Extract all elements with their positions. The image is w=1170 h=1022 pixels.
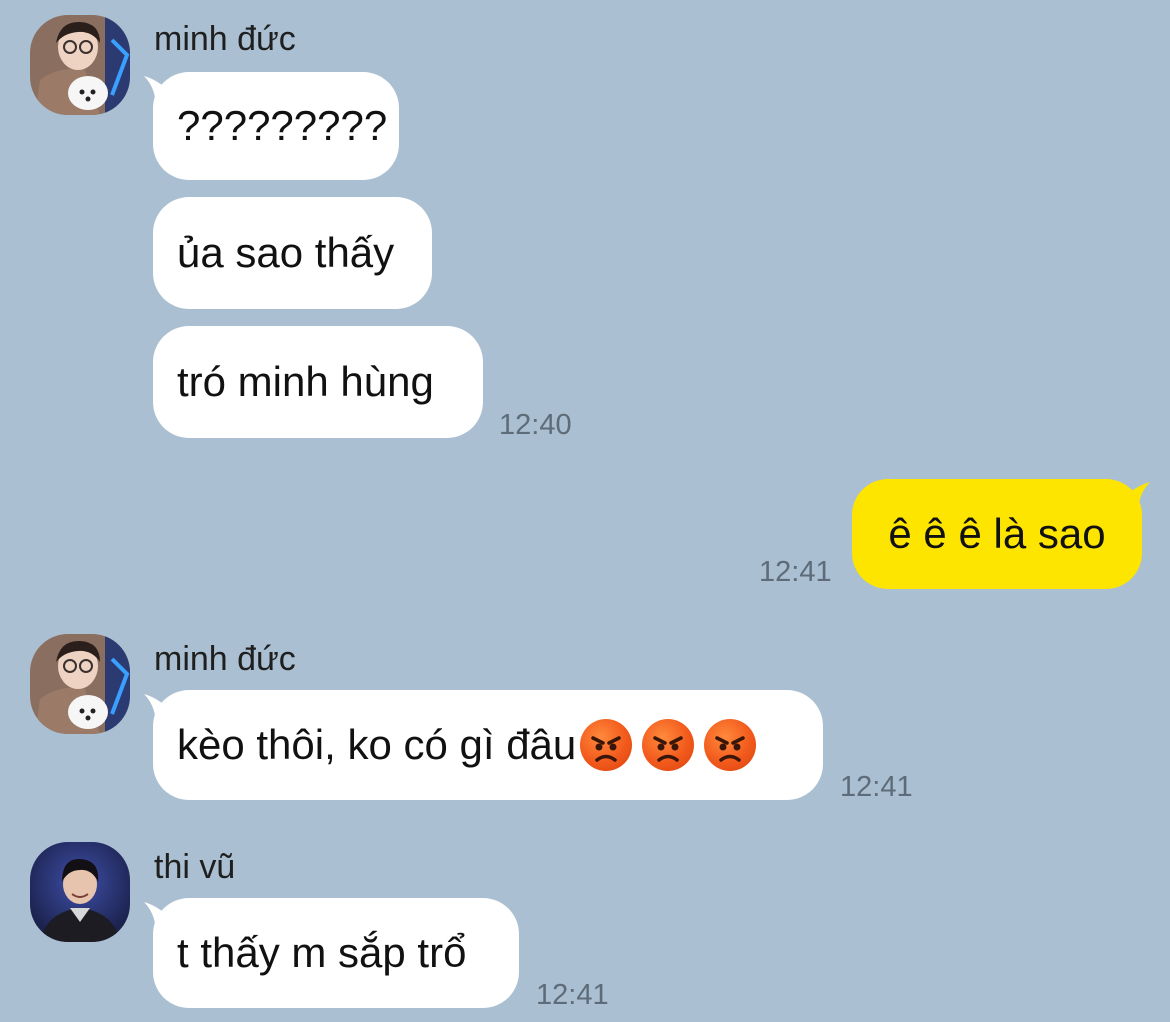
message-text: ủa sao thấy [177,229,395,276]
angry-face-emoji [580,719,633,771]
message-timestamp: 12:41 [840,771,913,803]
outgoing-message-bubble[interactable]: ê ê ê là sao [852,479,1142,589]
sender-name: thi vũ [154,848,236,886]
message-text: tró minh hùng [177,358,434,405]
message-text: ê ê ê là sao [888,510,1106,557]
bubble-tail [1122,482,1150,514]
message-timestamp: 12:41 [759,556,832,588]
message-timestamp: 12:41 [536,979,609,1011]
avatar-minh-duc[interactable] [30,634,130,734]
sender-name: minh đức [154,20,296,58]
message-bubble[interactable]: tró minh hùng [153,326,483,438]
avatar-minh-duc[interactable] [30,15,130,115]
message-text: kèo thôi, ko có gì đâu [177,721,577,768]
message-text: t thấy m sắp trổ [177,929,467,976]
message-bubble[interactable]: t thấy m sắp trổ [153,898,519,1008]
angry-face-emoji [642,719,695,771]
message-bubble[interactable]: ủa sao thấy [153,197,432,309]
angry-face-emoji [704,719,757,771]
avatar-thi-vu[interactable] [30,842,130,942]
sender-name: minh đức [154,640,296,678]
message-timestamp: 12:40 [499,409,572,441]
message-bubble[interactable]: kèo thôi, ko có gì đâu [153,690,823,800]
message-text: ????????? [177,102,388,149]
message-bubble[interactable]: ????????? [153,72,399,180]
